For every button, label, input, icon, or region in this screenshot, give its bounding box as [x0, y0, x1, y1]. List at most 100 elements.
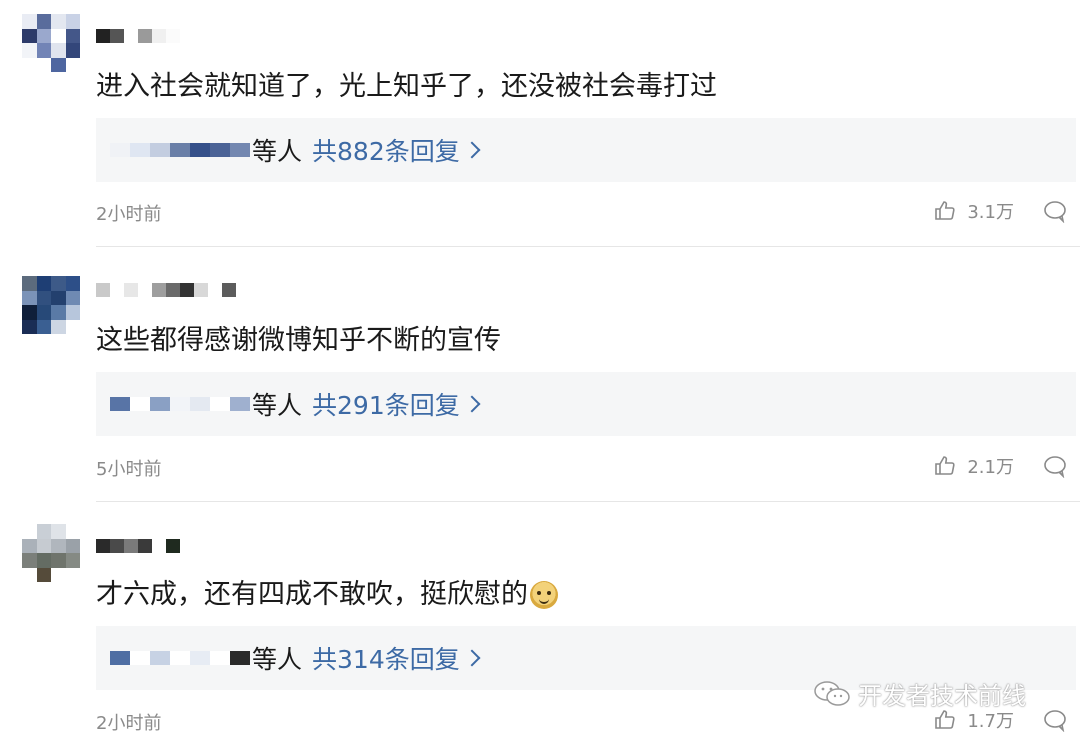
reply-users-pixelated — [110, 395, 250, 413]
avatar-pixel — [22, 28, 37, 43]
comment-actions: 2.1万 — [933, 453, 1068, 479]
avatar-pixel — [65, 524, 80, 539]
username-pixel — [138, 539, 152, 553]
reply-bubble-icon[interactable] — [1042, 708, 1068, 732]
username-pixelated[interactable] — [96, 538, 180, 554]
avatar-pixel — [22, 43, 37, 58]
reply-user-pixel — [190, 143, 210, 157]
avatar-pixel — [65, 276, 80, 291]
reply-user-pixel — [230, 651, 250, 665]
username-pixel — [110, 283, 124, 297]
avatar-pixel — [51, 28, 66, 43]
reply-count-link[interactable]: 共291条回复 — [312, 386, 481, 422]
reply-user-pixel — [210, 651, 230, 665]
avatar-pixel — [65, 57, 80, 72]
doge-emoji-icon — [530, 581, 558, 609]
avatar-pixel — [22, 524, 37, 539]
reply-users-pixelated — [110, 649, 250, 667]
avatar[interactable] — [22, 524, 80, 582]
username-pixel — [194, 283, 208, 297]
username-pixel — [124, 29, 138, 43]
thumbs-up-icon[interactable] — [933, 199, 957, 223]
reply-user-pixel — [170, 651, 190, 665]
avatar-pixel — [51, 57, 66, 72]
reply-bubble-icon[interactable] — [1042, 454, 1068, 478]
avatar-pixel — [36, 553, 51, 568]
username-pixel — [96, 539, 110, 553]
reply-user-pixel — [150, 143, 170, 157]
username-pixel — [180, 283, 194, 297]
avatar-pixel — [36, 538, 51, 553]
avatar-pixel — [22, 305, 37, 320]
avatar-pixel — [65, 319, 80, 334]
reply-user-pixel — [130, 651, 150, 665]
reply-user-pixel — [150, 651, 170, 665]
watermark: 开发者技术前线 — [812, 676, 1026, 711]
username-pixel — [96, 283, 110, 297]
username-pixel — [124, 283, 138, 297]
username-pixel — [138, 283, 152, 297]
avatar-pixel — [22, 290, 37, 305]
avatar-pixel — [36, 305, 51, 320]
username-pixel — [222, 283, 236, 297]
avatar-pixel — [51, 290, 66, 305]
reply-suffix: 等人 — [252, 645, 303, 674]
thumbs-up-icon[interactable] — [933, 708, 957, 732]
avatar-pixel — [65, 538, 80, 553]
reply-suffix: 等人 — [252, 391, 303, 420]
avatar-pixel — [65, 553, 80, 568]
comment-text: 这些都得感谢微博知乎不断的宣传 — [96, 325, 501, 356]
chevron-right-icon — [463, 395, 481, 413]
username-pixel — [166, 539, 180, 553]
reply-user-pixel — [190, 651, 210, 665]
reply-bubble-icon[interactable] — [1042, 199, 1068, 223]
avatar-pixel — [51, 14, 66, 29]
reply-suffix: 等人 — [252, 137, 303, 166]
like-count: 2.1万 — [967, 457, 1014, 478]
reply-user-pixel — [230, 397, 250, 411]
wechat-icon — [814, 680, 850, 706]
reply-user-pixel — [110, 143, 130, 157]
watermark-text: 开发者技术前线 — [858, 682, 1026, 710]
divider — [96, 246, 1080, 247]
divider — [96, 501, 1080, 502]
reply-user-pixel — [210, 143, 230, 157]
avatar-pixel — [65, 28, 80, 43]
avatar-pixel — [65, 43, 80, 58]
username-pixel — [96, 29, 110, 43]
username-pixelated[interactable] — [96, 282, 236, 298]
username-pixel — [152, 283, 166, 297]
reply-user-pixel — [110, 651, 130, 665]
reply-count-link[interactable]: 共882条回复 — [312, 132, 481, 168]
reply-count-link[interactable]: 共314条回复 — [312, 640, 481, 676]
avatar-pixel — [51, 538, 66, 553]
username-pixelated[interactable] — [96, 28, 180, 44]
reply-summary[interactable]: 等人 共882条回复 — [96, 118, 1076, 182]
avatar-pixel — [36, 567, 51, 582]
avatar-pixel — [51, 553, 66, 568]
avatar-pixel — [36, 524, 51, 539]
avatar-pixel — [22, 14, 37, 29]
avatar-pixel — [22, 553, 37, 568]
avatar-pixel — [51, 305, 66, 320]
username-pixel — [152, 29, 166, 43]
reply-summary[interactable]: 等人 共291条回复 — [96, 372, 1076, 436]
reply-user-pixel — [170, 397, 190, 411]
thumbs-up-icon[interactable] — [933, 454, 957, 478]
username-pixel — [166, 283, 180, 297]
avatar[interactable] — [22, 276, 80, 334]
reply-user-pixel — [130, 397, 150, 411]
avatar-pixel — [22, 276, 37, 291]
avatar-pixel — [65, 567, 80, 582]
reply-user-pixel — [170, 143, 190, 157]
avatar-pixel — [22, 57, 37, 72]
avatar-pixel — [51, 276, 66, 291]
reply-user-pixel — [210, 397, 230, 411]
avatar-pixel — [65, 305, 80, 320]
avatar-pixel — [22, 538, 37, 553]
avatar-pixel — [51, 567, 66, 582]
avatar[interactable] — [22, 14, 80, 72]
avatar-pixel — [36, 28, 51, 43]
avatar-pixel — [22, 319, 37, 334]
chevron-right-icon — [463, 649, 481, 667]
